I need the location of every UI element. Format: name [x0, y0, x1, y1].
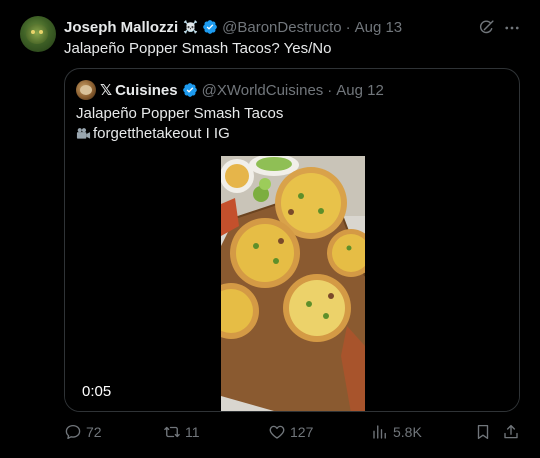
views-chart-icon [373, 425, 386, 439]
verified-badge-icon [203, 20, 217, 34]
quote-avatar[interactable] [76, 80, 96, 100]
avatar[interactable] [20, 16, 56, 52]
more-icon[interactable] [503, 19, 521, 37]
quoted-tweet[interactable]: 𝕏 Cuisines @XWorldCuisines · Aug 12 Jala… [64, 68, 520, 412]
share-button[interactable] [502, 420, 524, 444]
quote-header: 𝕏 Cuisines @XWorldCuisines · Aug 12 [76, 80, 384, 100]
tweet-header: Joseph Mallozzi ☠️ @BaronDestructo · Aug… [64, 17, 402, 37]
reply-button[interactable]: 72 [64, 420, 102, 444]
author-handle[interactable]: @BaronDestructo [222, 19, 341, 36]
reply-count: 72 [86, 424, 102, 440]
video-duration: 0:05 [82, 383, 112, 400]
share-icon [504, 424, 518, 439]
views-count: 5.8K [393, 424, 422, 440]
bookmark-button[interactable] [474, 420, 496, 444]
views-button[interactable]: 5.8K [371, 420, 422, 444]
quote-text-line: forgetthetakeout I IG [76, 125, 230, 142]
like-button[interactable]: 127 [268, 420, 313, 444]
quote-author-handle[interactable]: @XWorldCuisines [202, 82, 324, 99]
quote-time[interactable]: Aug 12 [336, 82, 384, 99]
video-thumbnail [221, 156, 365, 411]
like-count: 127 [290, 424, 314, 440]
author-name[interactable]: Joseph Mallozzi [64, 19, 178, 36]
verified-badge-icon [182, 83, 197, 97]
tweet[interactable]: Joseph Mallozzi ☠️ @BaronDestructo · Aug… [0, 0, 540, 458]
repost-button[interactable]: 11 [163, 420, 200, 444]
tweet-text: Jalapeño Popper Smash Tacos? Yes/No [64, 40, 332, 57]
repost-icon [164, 426, 180, 438]
separator-dot: · [345, 18, 351, 36]
tweet-time[interactable]: Aug 13 [355, 19, 403, 36]
bookmark-icon [477, 424, 489, 440]
quote-text-line: Jalapeño Popper Smash Tacos [76, 105, 284, 122]
x-logo-icon: 𝕏 [100, 82, 113, 99]
separator-dot: · [327, 81, 333, 99]
video-player[interactable]: 0:05 [65, 156, 519, 411]
quote-author-name[interactable]: Cuisines [115, 82, 178, 99]
repost-count: 11 [185, 424, 200, 440]
grok-icon[interactable] [478, 19, 495, 36]
reply-icon [65, 424, 81, 440]
action-bar: 72 11 127 5.8K [0, 420, 540, 444]
quote-text-source: forgetthetakeout I IG [93, 125, 230, 142]
skull-badge-icon: ☠️ [183, 20, 199, 34]
video-camera-icon [76, 128, 91, 139]
heart-icon [269, 425, 285, 439]
